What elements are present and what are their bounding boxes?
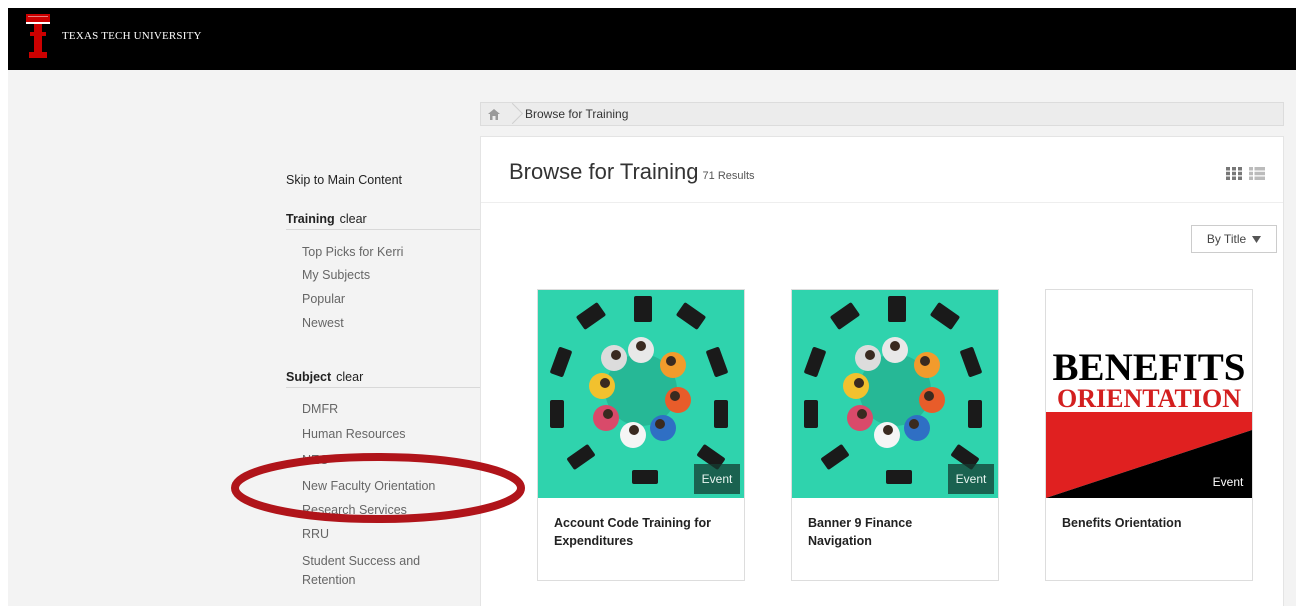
event-badge: Event <box>1204 466 1252 498</box>
sidebar-item-research-services[interactable]: Research Services <box>302 502 407 518</box>
panel-header: Browse for Training 71 Results <box>481 137 1283 203</box>
page-title: Browse for Training 71 Results <box>509 159 755 185</box>
card-title[interactable]: Benefits Orientation <box>1062 514 1242 532</box>
training-title: Training <box>286 212 335 226</box>
sidebar-item-student-success-line2[interactable]: Retention <box>302 572 356 588</box>
card-title-line1: Banner 9 Finance <box>808 516 913 530</box>
top-bar: TEXAS TECH UNIVERSITY <box>8 8 1296 70</box>
divider <box>286 229 480 230</box>
sidebar-item-neo[interactable]: NEO <box>302 452 329 468</box>
skip-to-main-link[interactable]: Skip to Main Content <box>286 173 402 187</box>
subject-title: Subject <box>286 370 332 384</box>
banner-title-line2: ORIENTATION <box>1057 384 1241 413</box>
breadcrumb-separator <box>507 103 519 125</box>
card-title[interactable]: Banner 9 Finance Navigation <box>808 514 988 550</box>
double-t-logo-icon[interactable] <box>26 14 50 58</box>
breadcrumb-current: Browse for Training <box>525 107 629 121</box>
browse-panel: Browse for Training 71 Results By Title … <box>480 136 1284 606</box>
card-title[interactable]: Account Code Training for Expenditures <box>554 514 734 550</box>
sidebar-item-dmfr[interactable]: DMFR <box>302 401 338 417</box>
app-window: TEXAS TECH UNIVERSITY Browse for Trainin… <box>8 8 1296 606</box>
training-card-account-code[interactable]: Event Account Code Training for Expendit… <box>537 289 745 581</box>
sidebar-item-top-picks[interactable]: Top Picks for Kerri <box>302 244 403 260</box>
event-badge: Event <box>948 464 994 494</box>
subject-filter-title: Subject clear <box>286 370 363 384</box>
breadcrumb: Browse for Training <box>480 102 1284 126</box>
event-badge: Event <box>694 464 740 494</box>
sidebar-item-newest[interactable]: Newest <box>302 315 344 331</box>
banner-title-line1: BENEFITS <box>1053 346 1246 389</box>
card-image[interactable]: Event <box>792 290 998 498</box>
grid-view-icon[interactable] <box>1226 167 1242 180</box>
card-image[interactable]: BENEFITS ORIENTATION Event <box>1046 290 1252 498</box>
sort-dropdown[interactable]: By Title <box>1191 225 1277 253</box>
brand-name[interactable]: TEXAS TECH UNIVERSITY <box>62 30 202 42</box>
card-title-line1: Benefits Orientation <box>1062 516 1182 530</box>
card-title-line2: Navigation <box>808 534 872 548</box>
card-title-line1: Account Code Training for <box>554 516 711 530</box>
training-card-banner-9[interactable]: Event Banner 9 Finance Navigation <box>791 289 999 581</box>
list-view-icon[interactable] <box>1249 167 1265 180</box>
training-filter-title: Training clear <box>286 212 367 226</box>
card-image[interactable]: Event <box>538 290 744 498</box>
sidebar-item-my-subjects[interactable]: My Subjects <box>302 267 370 283</box>
results-count: 71 Results <box>702 170 755 182</box>
sidebar-item-human-resources[interactable]: Human Resources <box>302 426 406 442</box>
sort-label: By Title <box>1206 232 1247 246</box>
training-clear-link[interactable]: clear <box>340 212 367 226</box>
view-toggle <box>1226 167 1265 180</box>
sidebar-item-new-faculty-orientation[interactable]: New Faculty Orientation <box>302 478 435 494</box>
sidebar-item-student-success[interactable]: Student Success and <box>302 553 420 569</box>
sidebar-item-rru[interactable]: RRU <box>302 526 329 542</box>
sidebar-item-popular[interactable]: Popular <box>302 291 345 307</box>
caret-down-icon <box>1252 235 1262 243</box>
subject-clear-link[interactable]: clear <box>336 370 363 384</box>
page-title-text: Browse for Training <box>509 159 699 184</box>
divider <box>286 387 480 388</box>
training-card-benefits-orientation[interactable]: BENEFITS ORIENTATION Event Benefits Orie… <box>1045 289 1253 581</box>
card-title-line2: Expenditures <box>554 534 634 548</box>
